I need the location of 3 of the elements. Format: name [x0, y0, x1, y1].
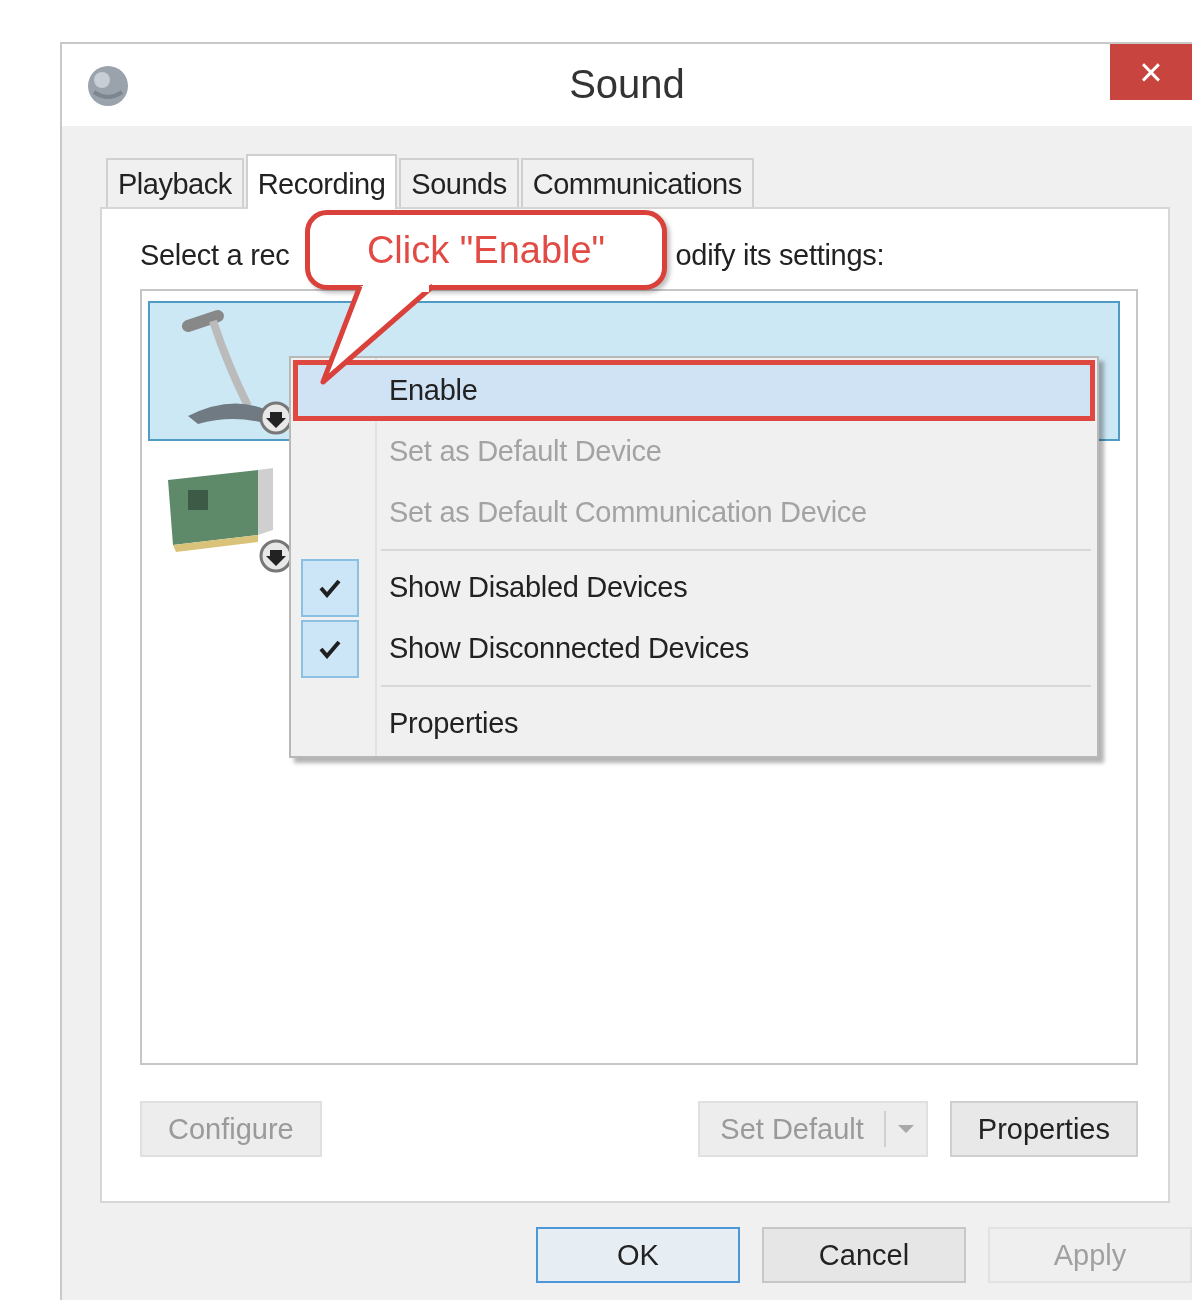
instruction-text: odify its settings: [675, 239, 885, 273]
window-title: Sound [569, 62, 685, 107]
instruction-text: Select a rec [140, 239, 290, 273]
